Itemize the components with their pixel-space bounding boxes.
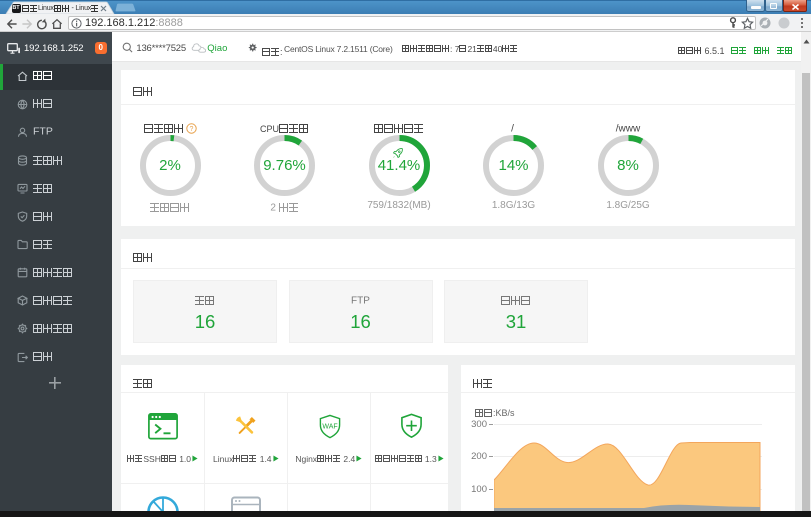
svg-text:?: ? — [189, 126, 193, 133]
svg-text:WAF: WAF — [322, 423, 337, 430]
